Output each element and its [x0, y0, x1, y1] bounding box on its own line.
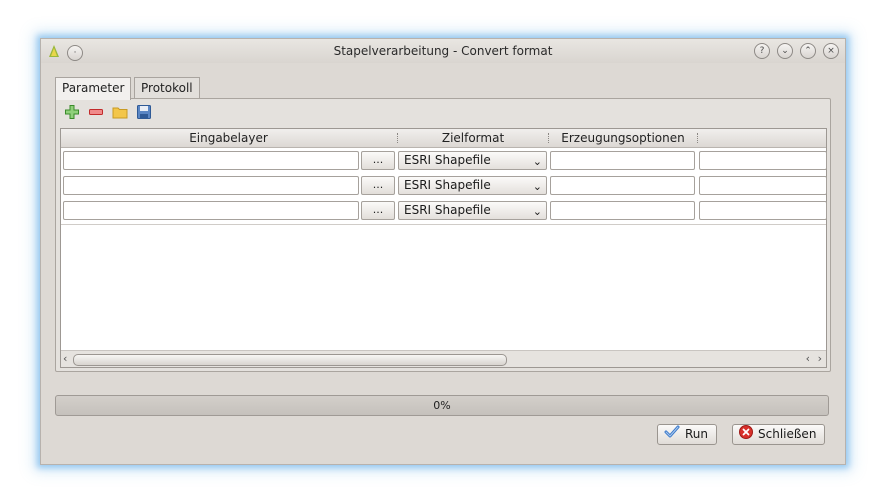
- table-header: Eingabelayer Zielformat Erzeugungsoption…: [61, 129, 826, 148]
- column-header-eingabelayer[interactable]: Eingabelayer: [61, 131, 396, 145]
- batch-dialog: · Stapelverarbeitung - Convert format ? …: [40, 38, 846, 465]
- close-button-label: Schließen: [758, 427, 817, 441]
- checkmark-icon: [664, 425, 680, 445]
- table-row: ... ESRI Shapefile ⌄: [61, 198, 827, 223]
- table-row: ... ESRI Shapefile ⌄: [61, 148, 827, 173]
- chevron-down-icon: ⌄: [532, 180, 542, 193]
- options-field[interactable]: [550, 151, 695, 170]
- run-button-label: Run: [685, 427, 709, 441]
- close-button[interactable]: Schließen: [732, 424, 826, 445]
- tab-parameter[interactable]: Parameter: [55, 77, 132, 100]
- title-bar: · Stapelverarbeitung - Convert format ? …: [41, 39, 845, 63]
- scroll-left-icon[interactable]: ‹: [63, 352, 67, 365]
- save-icon[interactable]: [136, 104, 152, 120]
- batch-table: Eingabelayer Zielformat Erzeugungsoption…: [60, 128, 827, 368]
- scroll-right-icon[interactable]: ›: [818, 352, 822, 365]
- scrollbar-thumb[interactable]: [73, 354, 507, 366]
- maximize-button[interactable]: ⌃: [800, 43, 816, 59]
- extra-field[interactable]: [699, 176, 827, 195]
- format-select[interactable]: ESRI Shapefile ⌄: [398, 201, 547, 220]
- input-layer-field[interactable]: [63, 151, 359, 170]
- progress-label: 0%: [433, 399, 451, 412]
- table-toolbar: [64, 104, 152, 120]
- format-select-value: ESRI Shapefile: [404, 178, 491, 192]
- options-field[interactable]: [550, 176, 695, 195]
- input-layer-field[interactable]: [63, 201, 359, 220]
- format-select[interactable]: ESRI Shapefile ⌄: [398, 151, 547, 170]
- format-select[interactable]: ESRI Shapefile ⌄: [398, 176, 547, 195]
- chevron-down-icon: ⌄: [532, 155, 542, 168]
- extra-field[interactable]: [699, 151, 827, 170]
- format-select-value: ESRI Shapefile: [404, 153, 491, 167]
- horizontal-scrollbar[interactable]: ‹ ‹ ›: [61, 350, 826, 367]
- column-separator[interactable]: [697, 133, 699, 143]
- input-layer-field[interactable]: [63, 176, 359, 195]
- options-field[interactable]: [550, 201, 695, 220]
- format-select-value: ESRI Shapefile: [404, 203, 491, 217]
- window-title: Stapelverarbeitung - Convert format: [333, 44, 553, 58]
- chevron-down-icon: ⌄: [532, 205, 542, 218]
- add-row-icon[interactable]: [64, 104, 80, 120]
- row-divider: [61, 224, 826, 225]
- tab-protokoll[interactable]: Protokoll: [134, 77, 200, 99]
- browse-button[interactable]: ...: [361, 176, 395, 195]
- remove-row-icon[interactable]: [88, 104, 104, 120]
- parameter-panel: Eingabelayer Zielformat Erzeugungsoption…: [55, 98, 831, 372]
- minimize-button[interactable]: ⌄: [777, 43, 793, 59]
- close-window-button[interactable]: ×: [823, 43, 839, 59]
- run-button[interactable]: Run: [657, 424, 718, 445]
- help-button[interactable]: ?: [754, 43, 770, 59]
- scroll-left-end-icon[interactable]: ‹: [806, 352, 810, 365]
- extra-field[interactable]: [699, 201, 827, 220]
- column-header-zielformat[interactable]: Zielformat: [398, 131, 548, 145]
- progress-bar: 0%: [55, 395, 829, 416]
- close-circle-icon: [739, 424, 753, 445]
- browse-button[interactable]: ...: [361, 151, 395, 170]
- open-folder-icon[interactable]: [112, 104, 128, 120]
- column-header-erzeugungsoptionen[interactable]: Erzeugungsoptionen: [549, 131, 697, 145]
- table-row: ... ESRI Shapefile ⌄: [61, 173, 827, 198]
- browse-button[interactable]: ...: [361, 201, 395, 220]
